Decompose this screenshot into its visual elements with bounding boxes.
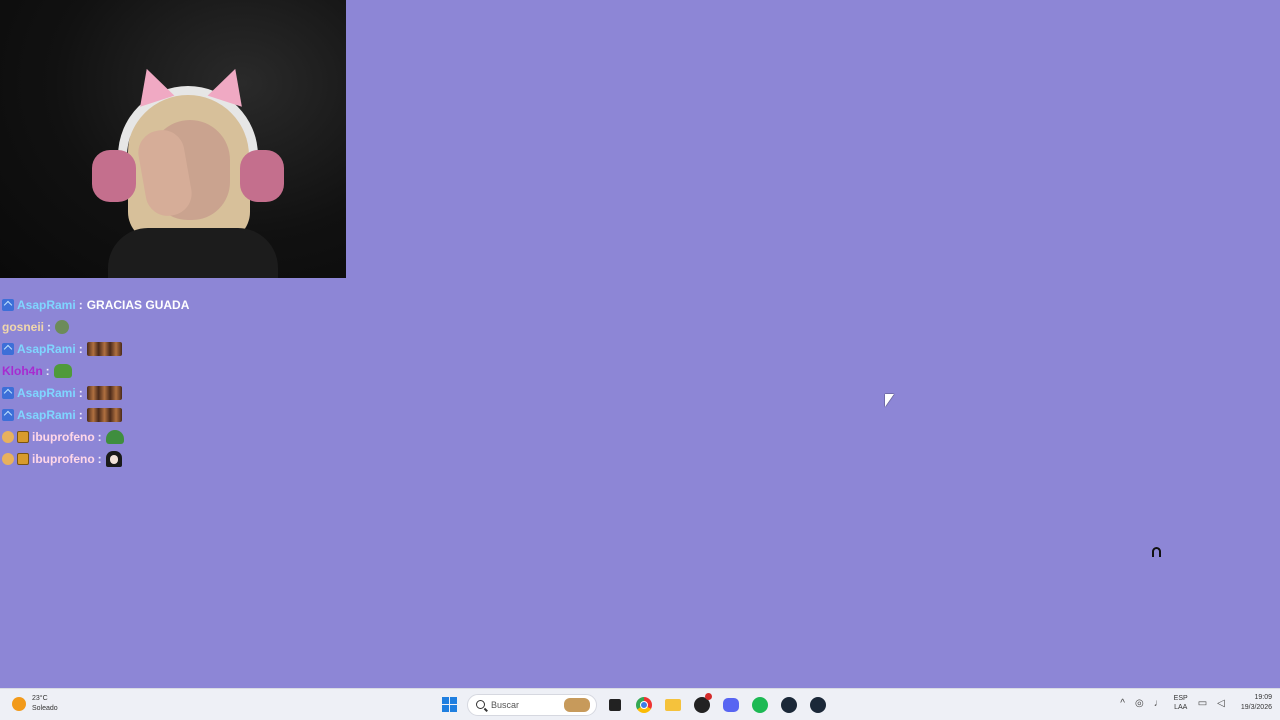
webcam-feed bbox=[0, 0, 346, 278]
language-indicator[interactable]: ESP LAA bbox=[1174, 694, 1188, 712]
task-view-button[interactable] bbox=[603, 693, 626, 716]
chat-username[interactable]: AsapRami bbox=[17, 386, 76, 400]
bowl-emote-icon bbox=[105, 430, 124, 444]
taskbar-search[interactable]: Buscar bbox=[467, 693, 597, 716]
layout-code: LAA bbox=[1174, 704, 1188, 711]
girl-emote-icon bbox=[105, 451, 122, 467]
chat-message: AsapRami: bbox=[2, 382, 322, 404]
taskbar-apps: Buscar bbox=[438, 693, 829, 716]
chat-username[interactable]: ibuprofeno bbox=[32, 452, 95, 466]
prime-badge-icon bbox=[2, 387, 14, 399]
chat-separator: : bbox=[45, 364, 50, 378]
weather-temp: 23°C bbox=[32, 695, 48, 702]
chat-separator: : bbox=[78, 408, 83, 422]
chat-separator: : bbox=[97, 452, 102, 466]
notification-dot-icon bbox=[705, 693, 712, 700]
search-highlight-icon bbox=[564, 697, 590, 712]
folder-icon bbox=[664, 698, 681, 711]
trio-emote-icon bbox=[86, 386, 122, 400]
obs-button[interactable] bbox=[690, 693, 713, 716]
chat-message-text: GRACIAS GUADA bbox=[86, 298, 190, 312]
chat-username[interactable]: AsapRami bbox=[17, 342, 76, 356]
system-tray: ^ ◎ ♩ ESP LAA ▭ ◁ 19:09 19/3/2026 bbox=[1120, 693, 1272, 713]
chat-message: AsapRami: GRACIAS GUADA bbox=[2, 294, 322, 316]
crate-badge-icon bbox=[17, 453, 29, 465]
search-placeholder: Buscar bbox=[491, 699, 520, 710]
windows-logo-icon bbox=[442, 697, 457, 712]
spotify-button[interactable] bbox=[748, 693, 771, 716]
chat-username[interactable]: AsapRami bbox=[17, 408, 76, 422]
chat-separator: : bbox=[78, 342, 83, 356]
crate-badge-icon bbox=[17, 431, 29, 443]
display-icon[interactable]: ▭ bbox=[1198, 698, 1207, 709]
sun-icon bbox=[12, 697, 26, 711]
streamer-body bbox=[108, 228, 278, 278]
chat-separator: : bbox=[78, 298, 83, 312]
search-icon bbox=[476, 700, 485, 709]
headset-cup-right bbox=[240, 150, 284, 202]
task-view-icon bbox=[608, 698, 621, 711]
clock-date: 19/3/2026 bbox=[1240, 704, 1272, 711]
pepe-emote-icon bbox=[53, 364, 72, 378]
prime-badge-icon bbox=[2, 409, 14, 421]
prime-badge-icon bbox=[2, 343, 14, 355]
circle-badge-icon bbox=[2, 453, 14, 465]
chat-username[interactable]: Kloh4n bbox=[2, 364, 43, 378]
chat-separator: : bbox=[97, 430, 102, 444]
discord-button[interactable] bbox=[719, 693, 742, 716]
headset-cup-left bbox=[92, 150, 136, 202]
mouse-cursor-icon bbox=[885, 394, 894, 407]
chat-separator: : bbox=[78, 386, 83, 400]
chat-message: ibuprofeno: bbox=[2, 426, 322, 448]
chat-overlay: AsapRami: GRACIAS GUADA gosneii: AsapRami: K… bbox=[2, 294, 322, 470]
spotify-icon bbox=[751, 696, 768, 713]
frog-emote-icon bbox=[55, 320, 70, 334]
taskbar: 23°C Soleado Buscar ^ ◎ ♩ ESP LAA ▭ ◁ 19… bbox=[0, 688, 1280, 720]
clock[interactable]: 19:09 19/3/2026 bbox=[1241, 693, 1272, 713]
volume-icon[interactable]: ◁ bbox=[1217, 698, 1225, 709]
chat-message: Kloh4n: bbox=[2, 360, 322, 382]
steam-button-2[interactable] bbox=[806, 693, 829, 716]
discord-icon bbox=[722, 697, 739, 712]
steam-icon-2 bbox=[809, 696, 826, 713]
chat-username[interactable]: AsapRami bbox=[17, 298, 76, 312]
trio-emote-icon bbox=[86, 342, 122, 356]
language-code: ESP bbox=[1173, 695, 1188, 702]
chat-message: AsapRami: bbox=[2, 404, 322, 426]
weather-widget[interactable]: 23°C Soleado bbox=[12, 694, 58, 714]
start-button[interactable] bbox=[438, 693, 461, 716]
chrome-button[interactable] bbox=[632, 693, 655, 716]
file-explorer-button[interactable] bbox=[661, 693, 684, 716]
desktop-small-icon bbox=[1152, 547, 1161, 557]
chat-message: gosneii: bbox=[2, 316, 322, 338]
weather-condition: Soleado bbox=[32, 705, 58, 712]
steam-button[interactable] bbox=[777, 693, 800, 716]
network-icon[interactable]: ◎ bbox=[1135, 698, 1144, 709]
chat-separator: : bbox=[47, 320, 52, 334]
circle-badge-icon bbox=[2, 431, 14, 443]
chevron-up-icon[interactable]: ^ bbox=[1120, 698, 1125, 709]
prime-badge-icon bbox=[2, 299, 14, 311]
chat-username[interactable]: ibuprofeno bbox=[32, 430, 95, 444]
chat-message: AsapRami: bbox=[2, 338, 322, 360]
chrome-icon bbox=[635, 696, 652, 713]
clock-time: 19:09 bbox=[1254, 694, 1272, 701]
chat-username[interactable]: gosneii bbox=[2, 320, 44, 334]
microphone-icon[interactable]: ♩ bbox=[1154, 698, 1164, 709]
chat-message: ibuprofeno: bbox=[2, 448, 322, 470]
steam-icon bbox=[780, 696, 797, 713]
trio-emote-icon bbox=[86, 408, 122, 422]
